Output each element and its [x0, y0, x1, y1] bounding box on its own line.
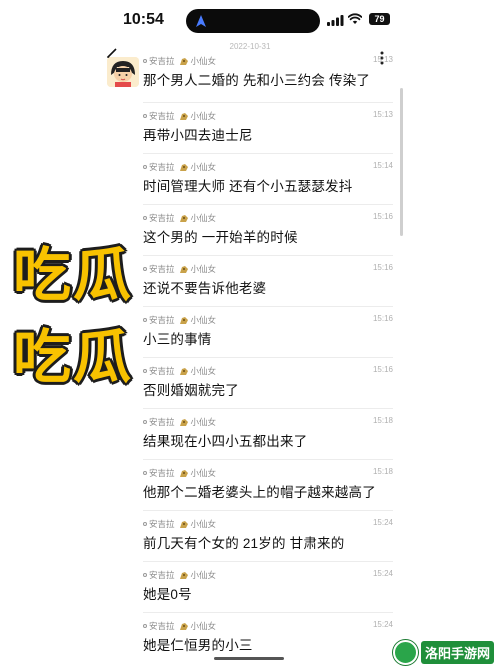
- status-dot-icon: [143, 216, 147, 220]
- divider: [143, 408, 393, 409]
- message-text: 时间管理大师 还有个小五瑟瑟发抖: [143, 179, 353, 194]
- message-item[interactable]: 安吉拉 小仙女 15:13 那个男人二婚的 先和小三约会 传染了: [143, 55, 393, 105]
- overlay-text-top: 吃瓜: [13, 241, 134, 309]
- message-time: 15:13: [372, 55, 393, 64]
- overlay-text-bottom: 吃瓜: [13, 323, 134, 391]
- status-dot-icon: [143, 522, 147, 526]
- sticker-emoji-icon: [179, 367, 188, 375]
- status-dot-icon: [143, 369, 147, 373]
- message-sender: 安吉拉 小仙女: [143, 467, 216, 479]
- watermark-logo-icon: [393, 639, 418, 665]
- message-text: 小三的事情: [143, 332, 212, 347]
- watermark: 洛阳手游网: [393, 637, 500, 667]
- divider: [143, 255, 393, 256]
- watermark-text: 洛阳手游网: [421, 640, 495, 664]
- status-dot-icon: [143, 165, 147, 169]
- message-time: 15:16: [372, 212, 393, 221]
- sticker-emoji-icon: [179, 418, 188, 426]
- dynamic-island: [186, 9, 320, 33]
- divider: [143, 612, 393, 613]
- message-sender: 安吉拉 小仙女: [143, 263, 216, 275]
- status-dot-icon: [143, 114, 147, 118]
- message-time: 15:24: [372, 569, 393, 578]
- message-text: 结果现在小四小五都出来了: [143, 434, 308, 449]
- message-time: 15:18: [372, 467, 393, 476]
- divider: [143, 510, 393, 511]
- status-dot-icon: [143, 471, 147, 475]
- sticker-emoji-icon: [179, 469, 188, 477]
- message-text: 还说不要告诉他老婆: [143, 281, 267, 296]
- sticker-emoji-icon: [179, 163, 188, 171]
- message-sender: 安吉拉 小仙女: [143, 55, 216, 67]
- message-text: 她是仁恒男的小三: [143, 638, 253, 653]
- sticker-emoji-icon: [179, 214, 188, 222]
- sticker-emoji-icon: [179, 112, 188, 120]
- status-dot-icon: [143, 420, 147, 424]
- scrollbar[interactable]: [400, 88, 403, 236]
- sticker-emoji-icon: [179, 520, 188, 528]
- message-time: 15:16: [372, 263, 393, 272]
- message-sender: 安吉拉 小仙女: [143, 518, 216, 530]
- sticker-emoji-icon: [179, 316, 188, 324]
- divider: [143, 459, 393, 460]
- wifi-icon: [348, 13, 362, 24]
- avatar[interactable]: [107, 57, 139, 87]
- divider: [143, 306, 393, 307]
- status-dot-icon: [143, 624, 147, 628]
- message-time: 15:13: [372, 110, 393, 119]
- divider: [143, 204, 393, 205]
- message-text: 他那个二婚老婆头上的帽子越来越高了: [143, 485, 376, 500]
- message-sender: 安吉拉 小仙女: [143, 161, 216, 173]
- message-time: 15:14: [372, 161, 393, 170]
- status-bar: 10:54 79: [0, 0, 500, 40]
- message-time: 15:24: [372, 620, 393, 629]
- message-text: 再带小四去迪士尼: [143, 128, 253, 143]
- status-dot-icon: [143, 573, 147, 577]
- status-dot-icon: [143, 267, 147, 271]
- message-time: 15:16: [372, 365, 393, 374]
- message-sender: 安吉拉 小仙女: [143, 569, 216, 581]
- cellular-signal-icon: [327, 15, 344, 26]
- message-text: 这个男的 一开始羊的时候: [143, 230, 298, 245]
- divider: [143, 357, 393, 358]
- message-text: 她是0号: [143, 587, 192, 602]
- status-dot-icon: [143, 318, 147, 322]
- sticker-emoji-icon: [179, 57, 188, 65]
- divider: [143, 102, 393, 103]
- sticker-emoji-icon: [179, 571, 188, 579]
- navigation-arrow-icon: [196, 15, 206, 27]
- status-dot-icon: [143, 59, 147, 63]
- message-text: 否则婚姻就完了: [143, 383, 239, 398]
- message-text: 前几天有个女的 21岁的 甘肃来的: [143, 536, 345, 551]
- message-sender: 安吉拉 小仙女: [143, 620, 216, 632]
- divider: [143, 561, 393, 562]
- message-text: 那个男人二婚的 先和小三约会 传染了: [143, 73, 371, 88]
- sticker-emoji-icon: [179, 622, 188, 630]
- message-time: 15:24: [372, 518, 393, 527]
- sticker-emoji-icon: [179, 265, 188, 273]
- message-time: 15:18: [372, 416, 393, 425]
- home-indicator[interactable]: [214, 657, 284, 660]
- message-sender: 安吉拉 小仙女: [143, 110, 216, 122]
- message-time: 15:16: [372, 314, 393, 323]
- cartoon-girl-avatar-icon: [107, 57, 139, 87]
- chat-date: 2022-10-31: [229, 42, 271, 51]
- battery-icon: 79: [369, 13, 390, 25]
- message-sender: 安吉拉 小仙女: [143, 416, 216, 428]
- message-sender: 安吉拉 小仙女: [143, 314, 216, 326]
- message-sender: 安吉拉 小仙女: [143, 365, 216, 377]
- message-sender: 安吉拉 小仙女: [143, 212, 216, 224]
- divider: [143, 153, 393, 154]
- status-time: 10:54: [123, 11, 164, 28]
